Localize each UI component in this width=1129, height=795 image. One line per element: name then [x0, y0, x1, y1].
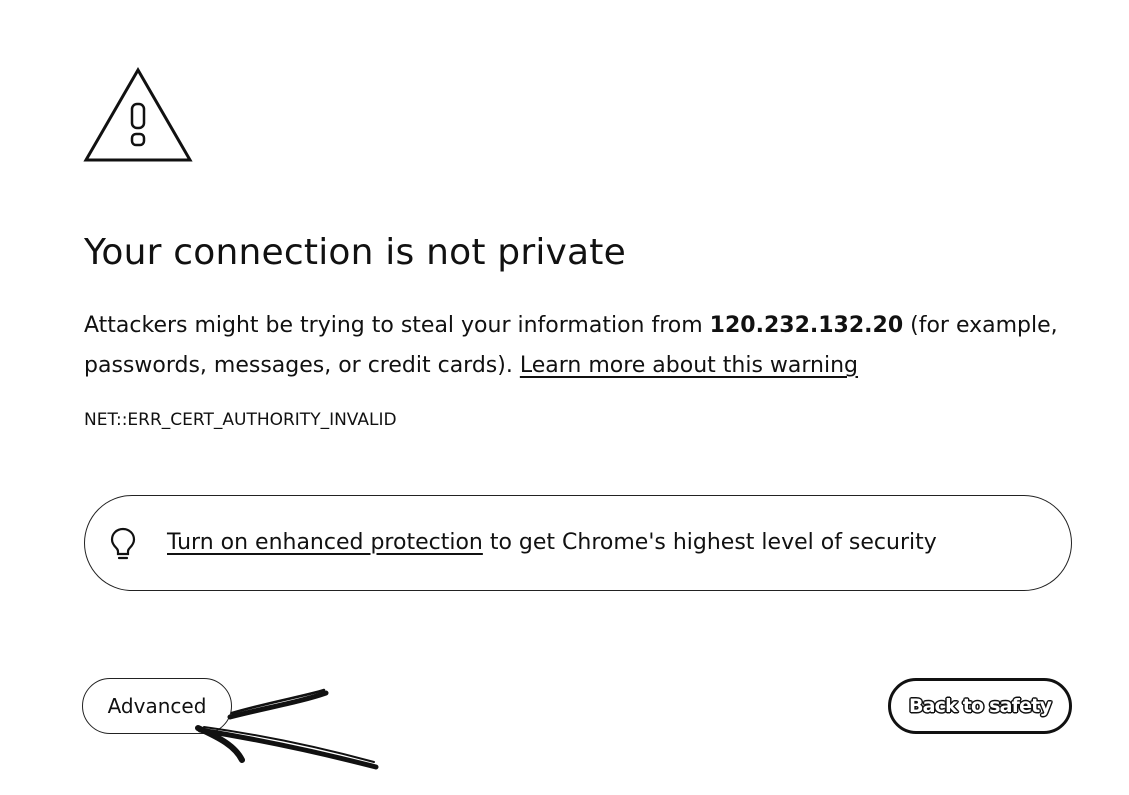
warning-triangle-icon: [83, 67, 193, 162]
advanced-button[interactable]: Advanced: [82, 678, 232, 734]
enhanced-protection-rest: to get Chrome's highest level of securit…: [482, 530, 937, 555]
page-title: Your connection is not private: [84, 232, 626, 273]
back-to-safety-button[interactable]: Back to safety: [888, 678, 1072, 734]
error-code: NET::ERR_CERT_AUTHORITY_INVALID: [84, 410, 397, 430]
enhanced-protection-link[interactable]: Turn on enhanced protection: [167, 530, 483, 555]
description-text: Attackers might be trying to steal your …: [84, 313, 710, 338]
interstitial-page: Your connection is not private Attackers…: [0, 0, 1129, 795]
back-to-safety-label: Back to safety: [908, 695, 1052, 718]
lightbulb-icon: [110, 527, 136, 560]
host-address: 120.232.132.20: [709, 313, 904, 338]
learn-more-link[interactable]: Learn more about this warning: [520, 353, 858, 378]
enhanced-protection-text: Turn on enhanced protection to get Chrom…: [167, 530, 937, 555]
warning-description: Attackers might be trying to steal your …: [84, 306, 1064, 386]
